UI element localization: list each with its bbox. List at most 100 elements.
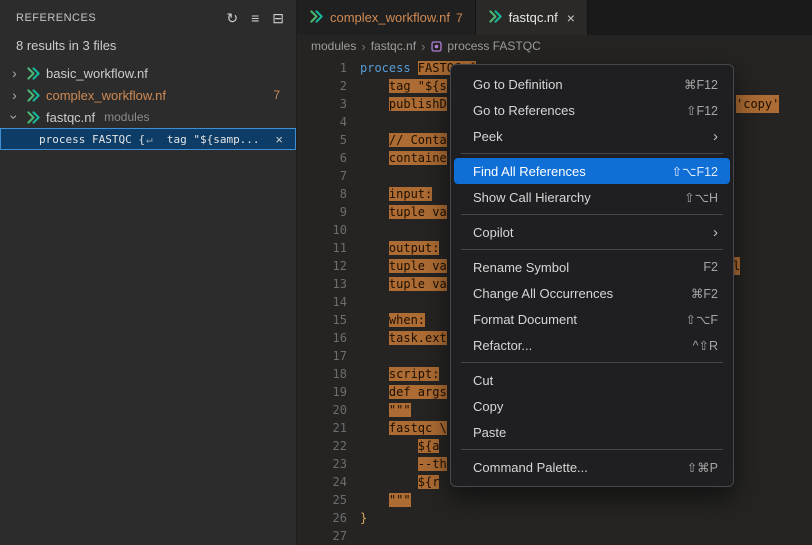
breadcrumb-label: process FASTQC [447, 39, 540, 53]
line-number: 6 [297, 149, 347, 167]
line-number: 22 [297, 437, 347, 455]
menu-item-label: Refactor... [473, 338, 669, 353]
references-tree: ›basic_workflow.nf›complex_workflow.nf7›… [0, 62, 296, 150]
code-line[interactable]: 25 """ [297, 491, 812, 509]
menu-item-command-palette[interactable]: Command Palette...⇧⌘P [454, 454, 730, 480]
return-symbol-icon: ↵ [146, 133, 153, 146]
menu-shortcut: ⇧⌥F [685, 312, 718, 327]
line-number: 27 [297, 527, 347, 545]
menu-item-label: Format Document [473, 312, 661, 327]
code-text: tuple va [360, 203, 447, 221]
code-text: // Conta [360, 131, 447, 149]
menu-item-label: Change All Occurrences [473, 286, 667, 301]
menu-item-show-call-hierarchy[interactable]: Show Call Hierarchy⇧⌥H [454, 184, 730, 210]
menu-item-peek[interactable]: Peek› [454, 123, 730, 149]
menu-item-find-all-references[interactable]: Find All References⇧⌥F12 [454, 158, 730, 184]
line-number: 15 [297, 311, 347, 329]
line-number: 13 [297, 275, 347, 293]
nextflow-icon [309, 9, 324, 27]
breadcrumb-item-process-fastqc[interactable]: process FASTQC [430, 39, 540, 53]
code-text: """ [360, 491, 411, 509]
chevron-right-icon[interactable]: › [8, 88, 21, 102]
nextflow-icon [26, 66, 41, 81]
reference-result[interactable]: process FASTQC {↵ tag "${samp...× [0, 128, 296, 150]
line-number: 9 [297, 203, 347, 221]
code-line[interactable]: 26} [297, 509, 812, 527]
menu-item-label: Go to References [473, 103, 662, 118]
collapse-all-icon[interactable]: ⊟ [272, 11, 284, 25]
close-icon[interactable]: × [275, 132, 283, 147]
menu-item-copy[interactable]: Copy [454, 393, 730, 419]
line-number: 7 [297, 167, 347, 185]
menu-item-format-document[interactable]: Format Document ⇧⌥F [454, 306, 730, 332]
code-text: ${r [360, 473, 439, 491]
menu-separator [461, 249, 723, 250]
tab-label: complex_workflow.nf [330, 10, 450, 25]
results-summary: 8 results in 3 files [0, 35, 296, 62]
menu-item-rename-symbol[interactable]: Rename Symbol F2 [454, 254, 730, 280]
refresh-icon[interactable]: ↻ [226, 11, 238, 25]
menu-item-change-all-occurrences[interactable]: Change All Occurrences⌘F2 [454, 280, 730, 306]
menu-separator [461, 153, 723, 154]
code-text: --th [360, 455, 447, 473]
menu-item-copilot[interactable]: Copilot› [454, 219, 730, 245]
line-number: 3 [297, 95, 347, 113]
tab-complex-workflow-nf[interactable]: complex_workflow.nf 7 [297, 0, 476, 35]
code-text: when: [360, 311, 425, 329]
line-number: 18 [297, 365, 347, 383]
menu-shortcut: ⇧F12 [686, 103, 718, 118]
breadcrumb-item-modules[interactable]: modules [311, 39, 356, 53]
line-number: 10 [297, 221, 347, 239]
menu-item-cut[interactable]: Cut [454, 367, 730, 393]
symbol-icon [430, 40, 443, 53]
line-number: 2 [297, 77, 347, 95]
menu-shortcut: ⇧⌥H [684, 190, 718, 205]
menu-item-go-to-definition[interactable]: Go to Definition ⌘F12 [454, 71, 730, 97]
line-number: 8 [297, 185, 347, 203]
line-number: 17 [297, 347, 347, 365]
menu-item-paste[interactable]: Paste [454, 419, 730, 445]
tab-fastqc-nf[interactable]: fastqc.nf× [476, 0, 588, 35]
code-text: containe [360, 149, 447, 167]
match-tail: 'copy' [736, 95, 779, 113]
tab-close-icon[interactable]: × [567, 10, 575, 26]
tab-bar: complex_workflow.nf 7 fastqc.nf× [297, 0, 812, 35]
clear-all-icon[interactable]: ≡ [251, 11, 259, 25]
breadcrumb-separator: › [361, 39, 365, 54]
file-row-fastqc-nf[interactable]: ›fastqc.nfmodules [0, 106, 296, 128]
menu-separator [461, 362, 723, 363]
menu-item-label: Command Palette... [473, 460, 663, 475]
code-text: } [360, 509, 367, 527]
file-row-complex-workflow-nf[interactable]: ›complex_workflow.nf7 [0, 84, 296, 106]
line-number: 11 [297, 239, 347, 257]
chevron-down-icon[interactable]: › [8, 111, 22, 124]
menu-separator [461, 214, 723, 215]
breadcrumb-label: fastqc.nf [371, 39, 416, 53]
menu-item-go-to-references[interactable]: Go to References ⇧F12 [454, 97, 730, 123]
code-text: def args [360, 383, 447, 401]
menu-item-label: Copilot [473, 225, 689, 240]
line-number: 26 [297, 509, 347, 527]
menu-item-label: Copy [473, 399, 718, 414]
line-number: 24 [297, 473, 347, 491]
menu-item-refactor[interactable]: Refactor...^⇧R [454, 332, 730, 358]
code-text: task.ext [360, 329, 447, 347]
code-text: script: [360, 365, 439, 383]
chevron-right-icon[interactable]: › [8, 66, 21, 80]
code-line[interactable]: 27 [297, 527, 812, 545]
tab-dirty-badge: 7 [456, 11, 463, 25]
file-badge: 7 [273, 88, 280, 102]
line-number: 12 [297, 257, 347, 275]
breadcrumb-item-fastqc-nf[interactable]: fastqc.nf [371, 39, 416, 53]
file-row-basic-workflow-nf[interactable]: ›basic_workflow.nf [0, 62, 296, 84]
menu-item-label: Rename Symbol [473, 260, 679, 275]
code-text: input: [360, 185, 432, 203]
breadcrumb-label: modules [311, 39, 356, 53]
menu-shortcut: F2 [703, 260, 718, 274]
line-number: 5 [297, 131, 347, 149]
breadcrumb: modules›fastqc.nf›process FASTQC [297, 35, 812, 57]
menu-item-label: Go to Definition [473, 77, 660, 92]
menu-shortcut: ⌘F12 [684, 77, 718, 92]
menu-separator [461, 449, 723, 450]
nextflow-icon [26, 110, 41, 125]
